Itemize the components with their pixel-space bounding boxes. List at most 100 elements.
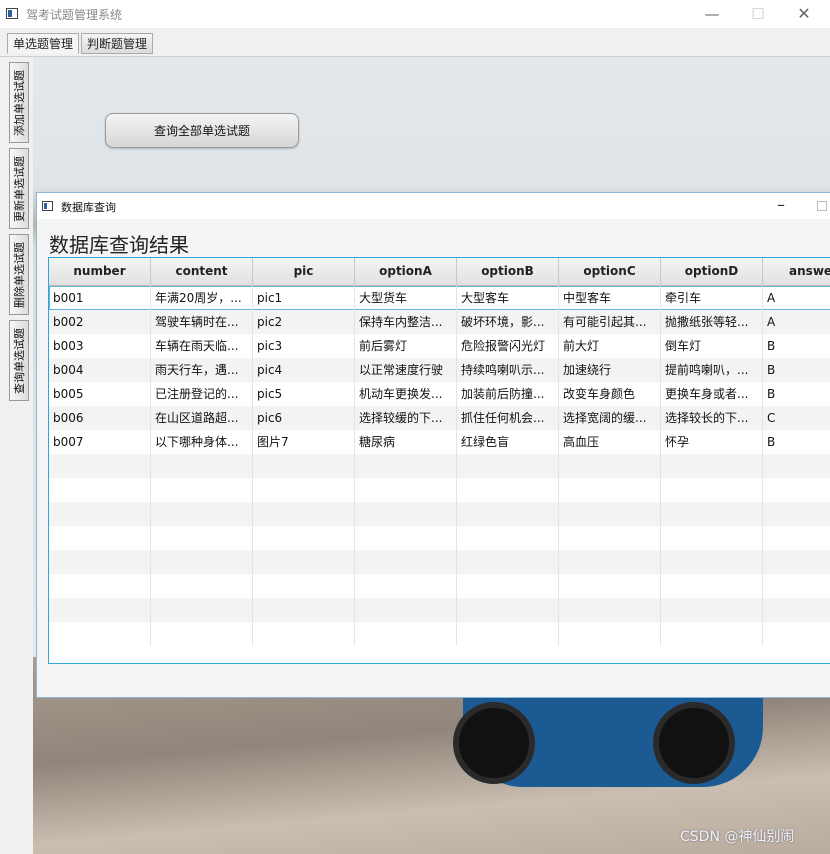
cell-optionA — [355, 502, 457, 526]
cell-content — [151, 478, 253, 502]
cell-answer — [763, 574, 830, 598]
column-header-number[interactable]: number — [49, 258, 151, 285]
side-tab-update-label: 更新单选试题 — [13, 155, 26, 222]
dialog-minimize-button[interactable]: – — [771, 195, 791, 214]
table-header: number content pic optionA optionB optionC opt… — [49, 258, 830, 286]
cell-optionB: 加装前后防撞... — [457, 382, 559, 406]
cell-optionA — [355, 550, 457, 574]
table-row[interactable]: b007 以下哪种身体... 图片7 糖尿病 红绿色盲 高血压 怀孕 B — [49, 430, 830, 454]
cell-optionC: 中型客车 — [559, 286, 661, 310]
tab-single-choice[interactable]: 单选题管理 — [7, 33, 79, 54]
cell-optionC — [559, 550, 661, 574]
cell-content: 车辆在雨天临... — [151, 334, 253, 358]
cell-optionD: 倒车灯 — [661, 334, 763, 358]
side-tab-add[interactable]: 添加单选试题 — [9, 62, 29, 143]
empty-table-row[interactable] — [49, 622, 830, 646]
table-row[interactable]: b005 已注册登记的... pic5 机动车更换发... 加装前后防撞... 改变车身颜… — [49, 382, 830, 406]
side-tab-query[interactable]: 查询单选试题 — [9, 320, 29, 401]
column-header-pic[interactable]: pic — [253, 258, 355, 285]
cell-pic: pic4 — [253, 358, 355, 382]
cell-optionD: 更换车身或者... — [661, 382, 763, 406]
cell-optionD — [661, 622, 763, 646]
cell-optionB: 大型客车 — [457, 286, 559, 310]
empty-table-row[interactable] — [49, 526, 830, 550]
empty-table-row[interactable] — [49, 502, 830, 526]
cell-pic — [253, 454, 355, 478]
cell-pic: pic1 — [253, 286, 355, 310]
cell-answer: C — [763, 406, 830, 430]
cell-optionC — [559, 574, 661, 598]
cell-number: b004 — [49, 358, 151, 382]
cell-pic — [253, 550, 355, 574]
cell-optionA: 糖尿病 — [355, 430, 457, 454]
cell-answer — [763, 550, 830, 574]
cell-content — [151, 574, 253, 598]
app-icon — [6, 8, 18, 19]
cell-optionC: 有可能引起其... — [559, 310, 661, 334]
side-tab-update[interactable]: 更新单选试题 — [9, 148, 29, 229]
cell-answer: A — [763, 286, 830, 310]
cell-content — [151, 550, 253, 574]
cell-optionA — [355, 526, 457, 550]
close-button[interactable]: ✕ — [784, 3, 824, 25]
cell-optionB — [457, 598, 559, 622]
table-row[interactable]: b003 车辆在雨天临... pic3 前后雾灯 危险报警闪光灯 前大灯 倒车灯 B — [49, 334, 830, 358]
empty-table-row[interactable] — [49, 550, 830, 574]
cell-optionC — [559, 526, 661, 550]
cell-answer — [763, 478, 830, 502]
cell-optionB: 红绿色盲 — [457, 430, 559, 454]
query-all-button[interactable]: 查询全部单选试题 — [105, 113, 299, 148]
maximize-button[interactable]: ☐ — [738, 3, 778, 25]
cell-optionC — [559, 502, 661, 526]
cell-pic: pic6 — [253, 406, 355, 430]
column-header-optionD[interactable]: optionD — [661, 258, 763, 285]
cell-answer: B — [763, 334, 830, 358]
dialog-maximize-button[interactable] — [817, 201, 827, 211]
cell-optionB — [457, 550, 559, 574]
cell-number: b001 — [49, 286, 151, 310]
tab-true-false[interactable]: 判断题管理 — [81, 33, 153, 54]
cell-pic — [253, 622, 355, 646]
column-header-optionA[interactable]: optionA — [355, 258, 457, 285]
table-row[interactable]: b001 年满20周岁，... pic1 大型货车 大型客车 中型客车 牵引车 A — [49, 286, 830, 310]
cell-optionD: 抛撒纸张等轻... — [661, 310, 763, 334]
cell-answer — [763, 454, 830, 478]
side-tab-strip: 添加单选试题 更新单选试题 删除单选试题 查询单选试题 — [0, 57, 33, 854]
cell-optionD — [661, 502, 763, 526]
side-tab-delete[interactable]: 删除单选试题 — [9, 234, 29, 315]
empty-table-row[interactable] — [49, 574, 830, 598]
cell-optionD: 提前鸣喇叭，... — [661, 358, 763, 382]
empty-table-row[interactable] — [49, 598, 830, 622]
cell-optionB — [457, 622, 559, 646]
table-row[interactable]: b004 雨天行车，遇... pic4 以正常速度行驶 持续鸣喇叭示... 加速绕行 提前鸣… — [49, 358, 830, 382]
cell-optionA: 机动车更换发... — [355, 382, 457, 406]
side-tab-query-label: 查询单选试题 — [13, 327, 26, 394]
cell-optionA: 选择较缓的下... — [355, 406, 457, 430]
cell-number: b005 — [49, 382, 151, 406]
cell-answer: B — [763, 382, 830, 406]
cell-optionA: 大型货车 — [355, 286, 457, 310]
cell-optionC — [559, 622, 661, 646]
car-wheel-image — [453, 702, 535, 784]
table-row[interactable]: b002 驾驶车辆时在... pic2 保持车内整洁... 破坏环境，影... 有可能引起… — [49, 310, 830, 334]
empty-table-row[interactable] — [49, 454, 830, 478]
cell-optionA — [355, 574, 457, 598]
cell-answer — [763, 526, 830, 550]
table-row[interactable]: b006 在山区道路超... pic6 选择较缓的下... 抓住任何机会... 选择宽阔的… — [49, 406, 830, 430]
cell-answer: A — [763, 310, 830, 334]
side-tab-delete-label: 删除单选试题 — [13, 241, 26, 308]
dialog-app-icon — [42, 201, 53, 211]
column-header-content[interactable]: content — [151, 258, 253, 285]
cell-number — [49, 622, 151, 646]
column-header-optionB[interactable]: optionB — [457, 258, 559, 285]
minimize-button[interactable]: — — [692, 3, 732, 25]
cell-optionD — [661, 478, 763, 502]
cell-pic — [253, 574, 355, 598]
cell-content: 以下哪种身体... — [151, 430, 253, 454]
column-header-optionC[interactable]: optionC — [559, 258, 661, 285]
cell-optionD — [661, 574, 763, 598]
cell-content: 年满20周岁，... — [151, 286, 253, 310]
cell-optionC: 前大灯 — [559, 334, 661, 358]
empty-table-row[interactable] — [49, 478, 830, 502]
column-header-answer[interactable]: answer — [763, 258, 830, 285]
